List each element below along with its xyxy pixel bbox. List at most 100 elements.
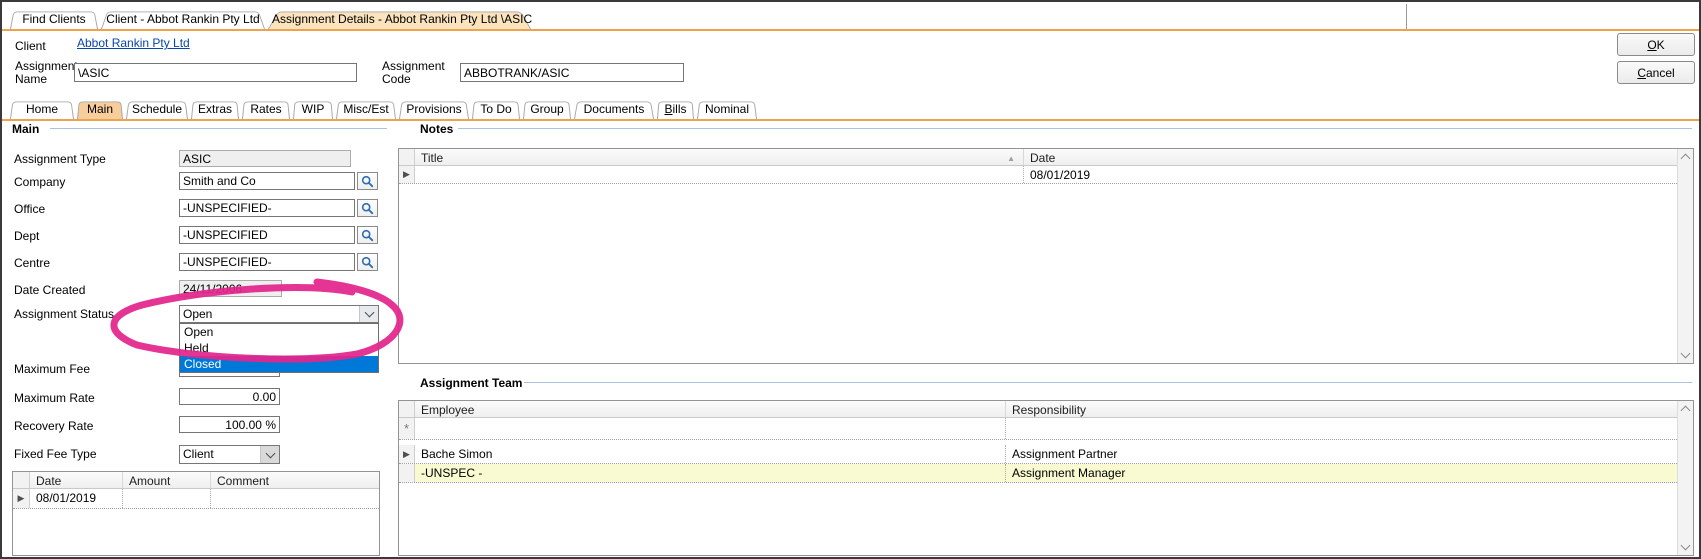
- employee-cell[interactable]: Bache Simon: [415, 445, 1005, 463]
- tab-group[interactable]: Group: [523, 100, 571, 119]
- row-selector-cell[interactable]: ▶: [13, 489, 30, 508]
- column-header-date[interactable]: Date: [30, 472, 122, 488]
- sort-ascending-icon: ▲: [1007, 154, 1015, 163]
- fee-table-row[interactable]: ▶ 08/01/2019: [13, 489, 379, 509]
- team-row[interactable]: ▶ Bache Simon Assignment Partner: [399, 445, 1693, 464]
- employee-cell[interactable]: -UNSPEC -: [415, 464, 1005, 482]
- tab-provisions[interactable]: Provisions: [399, 100, 469, 119]
- scroll-up-button[interactable]: [1678, 149, 1692, 165]
- tab-extras[interactable]: Extras: [191, 100, 239, 119]
- client-link[interactable]: Abbot Rankin Pty Ltd: [77, 36, 190, 50]
- tab-nominal[interactable]: Nominal: [697, 100, 757, 119]
- new-responsibility-cell[interactable]: [1005, 418, 1693, 439]
- chevron-down-icon: [1680, 349, 1690, 359]
- company-input[interactable]: [179, 172, 355, 190]
- page-tab-bar: Home Main Schedule Extras Rates WIP Misc…: [10, 99, 757, 119]
- date-created-input: [179, 280, 282, 297]
- office-label: Office: [14, 203, 45, 216]
- scroll-up-button[interactable]: [1678, 401, 1692, 417]
- tab-to-do[interactable]: To Do: [472, 100, 520, 119]
- company-lookup-button[interactable]: [357, 172, 378, 190]
- maximum-rate-input[interactable]: [179, 388, 280, 405]
- maximum-fee-label: Maximum Fee: [14, 363, 90, 376]
- centre-input[interactable]: [179, 253, 355, 271]
- column-header-responsibility[interactable]: Responsibility: [1005, 401, 1693, 417]
- search-icon: [361, 256, 374, 269]
- centre-lookup-button[interactable]: [357, 253, 378, 271]
- assignment-code-label: Assignment Code: [382, 60, 444, 86]
- row-selector-cell[interactable]: ▶: [399, 166, 415, 183]
- dept-input[interactable]: [179, 226, 355, 244]
- fee-amount-cell[interactable]: [122, 489, 210, 508]
- dept-lookup-button[interactable]: [357, 226, 378, 244]
- scroll-down-button[interactable]: [1678, 539, 1692, 555]
- column-header-date[interactable]: Date: [1023, 149, 1693, 165]
- header-selector-cell: [399, 149, 415, 165]
- fixed-fee-type-dropdown-button[interactable]: [260, 446, 279, 463]
- tab-documents[interactable]: Documents: [574, 100, 654, 119]
- office-input[interactable]: [179, 199, 355, 217]
- team-scrollbar[interactable]: [1677, 401, 1693, 555]
- fee-date-cell[interactable]: 08/01/2019: [30, 489, 122, 508]
- fixed-fee-type-combobox[interactable]: Client: [179, 445, 280, 464]
- tab-schedule[interactable]: Schedule: [126, 100, 188, 119]
- tab-home[interactable]: Home: [10, 100, 74, 119]
- notes-scrollbar[interactable]: [1677, 149, 1693, 363]
- status-option-open[interactable]: Open: [180, 324, 378, 340]
- column-header-title[interactable]: Title ▲: [415, 149, 1023, 165]
- new-row-asterisk-icon: *: [404, 422, 409, 435]
- assignment-type-input: [179, 150, 351, 167]
- assignment-code-input[interactable]: [460, 63, 684, 82]
- assignment-status-dropdown-button[interactable]: [359, 306, 378, 322]
- new-row-selector-cell[interactable]: *: [399, 418, 415, 439]
- column-header-comment[interactable]: Comment: [210, 472, 379, 488]
- search-icon: [361, 175, 374, 188]
- dept-label: Dept: [14, 230, 39, 243]
- assignment-team-grid: Employee Responsibility * ▶ Bache Simon …: [398, 400, 1694, 556]
- cancel-button[interactable]: Cancel: [1617, 61, 1695, 84]
- assignment-status-combobox[interactable]: Open: [179, 305, 379, 323]
- chevron-down-icon: [265, 448, 275, 458]
- document-tab-bar: Find Clients Client - Abbot Rankin Pty L…: [10, 8, 531, 29]
- team-new-row[interactable]: *: [399, 418, 1693, 440]
- main-section-line: [50, 128, 387, 129]
- column-header-employee[interactable]: Employee: [415, 401, 1005, 417]
- office-lookup-button[interactable]: [357, 199, 378, 217]
- ok-button[interactable]: OK: [1617, 33, 1695, 56]
- assignment-status-label: Assignment Status: [14, 308, 114, 321]
- note-date-cell[interactable]: 08/01/2019: [1023, 166, 1693, 183]
- tab-assignment-details[interactable]: Assignment Details - Abbot Rankin Pty Lt…: [268, 10, 531, 29]
- assignment-name-label: Assignment Name: [15, 60, 73, 86]
- recovery-rate-input[interactable]: [179, 416, 280, 433]
- tab-client[interactable]: Client - Abbot Rankin Pty Ltd: [101, 10, 265, 29]
- search-icon: [361, 229, 374, 242]
- tabstrip-divider: [1406, 4, 1407, 29]
- current-row-arrow-icon: ▶: [403, 170, 410, 179]
- responsibility-cell[interactable]: Assignment Manager: [1005, 464, 1693, 482]
- centre-label: Centre: [14, 257, 50, 270]
- fixed-fee-table: Date Amount Comment ▶ 08/01/2019: [12, 471, 380, 556]
- assignment-type-label: Assignment Type: [14, 153, 106, 166]
- status-option-closed[interactable]: Closed: [180, 356, 378, 372]
- fee-comment-cell[interactable]: [210, 489, 379, 508]
- team-row[interactable]: -UNSPEC - Assignment Manager: [399, 464, 1693, 483]
- tab-wip[interactable]: WIP: [293, 100, 333, 119]
- row-selector-cell[interactable]: [399, 464, 415, 482]
- assignment-name-input[interactable]: [74, 63, 357, 82]
- scroll-down-button[interactable]: [1678, 347, 1692, 363]
- tab-main[interactable]: Main: [77, 100, 123, 119]
- row-selector-cell[interactable]: ▶: [399, 445, 415, 463]
- new-employee-cell[interactable]: [415, 418, 1005, 439]
- responsibility-cell[interactable]: Assignment Partner: [1005, 445, 1693, 463]
- note-title-cell[interactable]: [415, 166, 1023, 183]
- tab-bills[interactable]: Bills: [657, 100, 694, 119]
- tab-misc-est[interactable]: Misc/Est: [336, 100, 396, 119]
- tab-find-clients[interactable]: Find Clients: [10, 10, 98, 29]
- team-grid-header: Employee Responsibility: [399, 401, 1693, 418]
- notes-row[interactable]: ▶ 08/01/2019: [399, 166, 1693, 184]
- column-header-amount[interactable]: Amount: [122, 472, 210, 488]
- tab-rates[interactable]: Rates: [242, 100, 290, 119]
- status-option-held[interactable]: Held: [180, 340, 378, 356]
- fixed-fee-type-value: Client: [180, 446, 260, 463]
- current-row-arrow-icon: ▶: [18, 494, 25, 503]
